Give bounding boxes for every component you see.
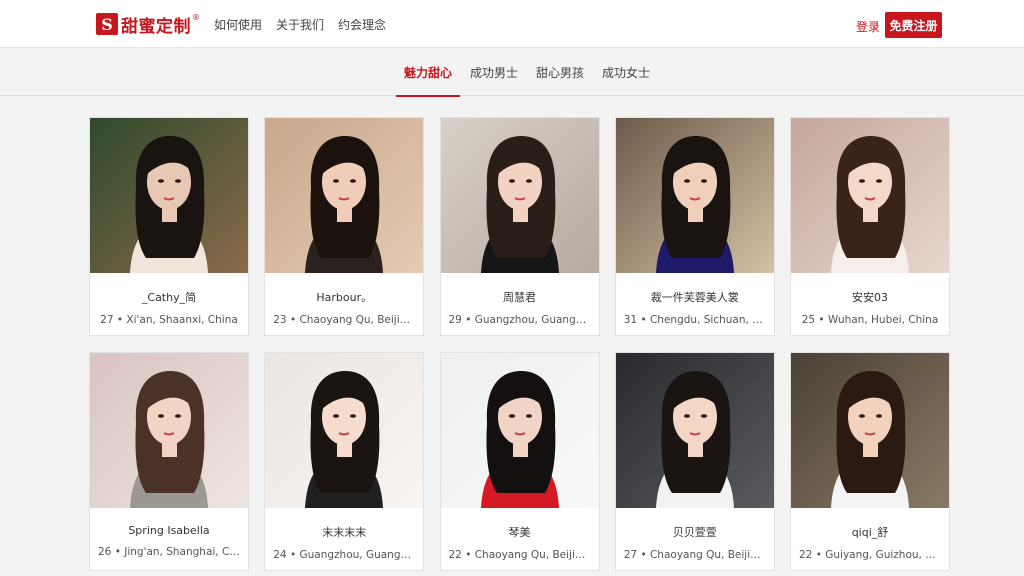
profile-info: 贝贝萱萱 27 • Chaoyang Qu, Beijin... (616, 508, 774, 570)
logo-mark-icon: S (96, 13, 118, 35)
profile-name[interactable]: _Cathy_简 (90, 289, 248, 305)
profile-photo-graphic (615, 118, 774, 273)
profile-name[interactable]: Spring Isabella (90, 524, 248, 537)
profile-photo-graphic (90, 353, 248, 508)
profile-age-location: 26 • Jing'an, Shanghai, Ch... (98, 546, 246, 558)
profile-photo[interactable] (265, 118, 424, 273)
profile-photo-graphic (90, 118, 248, 273)
tab-charming-sweethearts[interactable]: 魅力甜心 (396, 48, 461, 97)
profile-age-location: 22 • Guiyang, Guizhou, C... (799, 549, 943, 561)
profile-grid: _Cathy_简 27 • Xi'an, Shaanxi, China Harbou… (89, 117, 950, 571)
profile-photo[interactable] (791, 118, 949, 273)
tab-successful-men[interactable]: 成功男士 (462, 48, 526, 96)
profile-age-location: 29 • Guangzhou, Guangd... (448, 314, 593, 326)
profile-photo[interactable] (440, 353, 599, 508)
category-tab-bar: 魅力甜心 成功男士 甜心男孩 成功女士 (0, 48, 1024, 97)
profile-info: qiqi_舒 22 • Guiyang, Guizhou, C... (791, 508, 949, 570)
profile-card[interactable]: qiqi_舒 22 • Guiyang, Guizhou, C... (790, 352, 950, 571)
profile-name[interactable]: Harbour。 (265, 289, 423, 305)
profile-photo-graphic (440, 353, 599, 508)
profile-card[interactable]: _Cathy_简 27 • Xi'an, Shaanxi, China (89, 117, 249, 336)
profile-name[interactable]: 末末末末 (265, 524, 423, 540)
profile-info: 周慧君 29 • Guangzhou, Guangd... (441, 273, 599, 335)
profile-photo[interactable] (440, 118, 599, 273)
profile-photo-graphic (615, 353, 774, 508)
profile-age-location: 27 • Chaoyang Qu, Beijin... (623, 549, 767, 561)
profile-name[interactable]: 琴美 (441, 524, 599, 540)
brand-logo[interactable]: S 甜蜜定制 ® (96, 13, 200, 37)
profile-name[interactable]: 安安03 (791, 289, 949, 305)
profile-card[interactable]: 琴美 22 • Chaoyang Qu, Beijin... (439, 352, 600, 571)
brand-name: 甜蜜定制 (121, 16, 191, 37)
tab-successful-women[interactable]: 成功女士 (594, 48, 658, 96)
profile-info: 裁一件芙蓉美人裳 31 • Chengdu, Sichuan, C... (616, 273, 774, 335)
profile-age-location: 27 • Xi'an, Shaanxi, China (100, 314, 238, 326)
nav-how-to-use[interactable]: 如何使用 (214, 16, 262, 33)
profile-name[interactable]: 裁一件芙蓉美人裳 (616, 289, 774, 305)
profile-photo[interactable] (615, 353, 774, 508)
register-button[interactable]: 免费注册 (885, 12, 942, 38)
profile-photo[interactable] (90, 353, 248, 508)
profile-photo-graphic (265, 353, 424, 508)
profile-card[interactable]: 贝贝萱萱 27 • Chaoyang Qu, Beijin... (614, 352, 775, 571)
profile-info: 安安03 25 • Wuhan, Hubei, China (791, 273, 949, 335)
profile-photo-graphic (791, 353, 949, 508)
profile-card[interactable]: 周慧君 29 • Guangzhou, Guangd... (439, 117, 600, 336)
profile-name[interactable]: 周慧君 (441, 289, 599, 305)
profile-photo-graphic (791, 118, 949, 273)
profile-photo[interactable] (265, 353, 424, 508)
profile-card[interactable]: 末末末末 24 • Guangzhou, Guangd... (264, 352, 425, 571)
registered-mark: ® (192, 13, 200, 22)
profile-info: _Cathy_简 27 • Xi'an, Shaanxi, China (90, 273, 248, 335)
profile-info: 琴美 22 • Chaoyang Qu, Beijin... (441, 508, 599, 570)
profile-photo-graphic (440, 118, 599, 273)
profile-age-location: 24 • Guangzhou, Guangd... (273, 549, 418, 561)
profile-card[interactable]: Harbour。 23 • Chaoyang Qu, Beijin... (264, 117, 425, 336)
profile-info: Spring Isabella 26 • Jing'an, Shanghai, C… (90, 508, 248, 570)
profile-info: Harbour。 23 • Chaoyang Qu, Beijin... (265, 273, 423, 335)
login-link[interactable]: 登录 (856, 18, 880, 35)
profile-info: 末末末末 24 • Guangzhou, Guangd... (265, 508, 423, 570)
main-nav: 如何使用 关于我们 约会理念 (214, 16, 386, 33)
profile-card[interactable]: Spring Isabella 26 • Jing'an, Shanghai, C… (89, 352, 249, 571)
profile-age-location: 31 • Chengdu, Sichuan, C... (623, 314, 770, 326)
profile-age-location: 25 • Wuhan, Hubei, China (801, 314, 939, 326)
profile-card[interactable]: 安安03 25 • Wuhan, Hubei, China (790, 117, 950, 336)
profile-photo-graphic (265, 118, 424, 273)
profile-age-location: 23 • Chaoyang Qu, Beijin... (273, 314, 417, 326)
top-navigation-bar: S 甜蜜定制 ® 如何使用 关于我们 约会理念 登录 免费注册 (0, 0, 1024, 48)
profile-age-location: 22 • Chaoyang Qu, Beijin... (448, 549, 592, 561)
nav-dating-philosophy[interactable]: 约会理念 (338, 16, 386, 33)
profile-photo[interactable] (615, 118, 774, 273)
profile-card[interactable]: 裁一件芙蓉美人裳 31 • Chengdu, Sichuan, C... (614, 117, 775, 336)
profile-name[interactable]: qiqi_舒 (791, 524, 949, 540)
category-tabs: 魅力甜心 成功男士 甜心男孩 成功女士 (396, 48, 660, 97)
profile-photo[interactable] (791, 353, 949, 508)
profile-name[interactable]: 贝贝萱萱 (616, 524, 774, 540)
profile-photo[interactable] (90, 118, 248, 273)
nav-about-us[interactable]: 关于我们 (276, 16, 324, 33)
tab-sweet-boys[interactable]: 甜心男孩 (528, 48, 592, 96)
